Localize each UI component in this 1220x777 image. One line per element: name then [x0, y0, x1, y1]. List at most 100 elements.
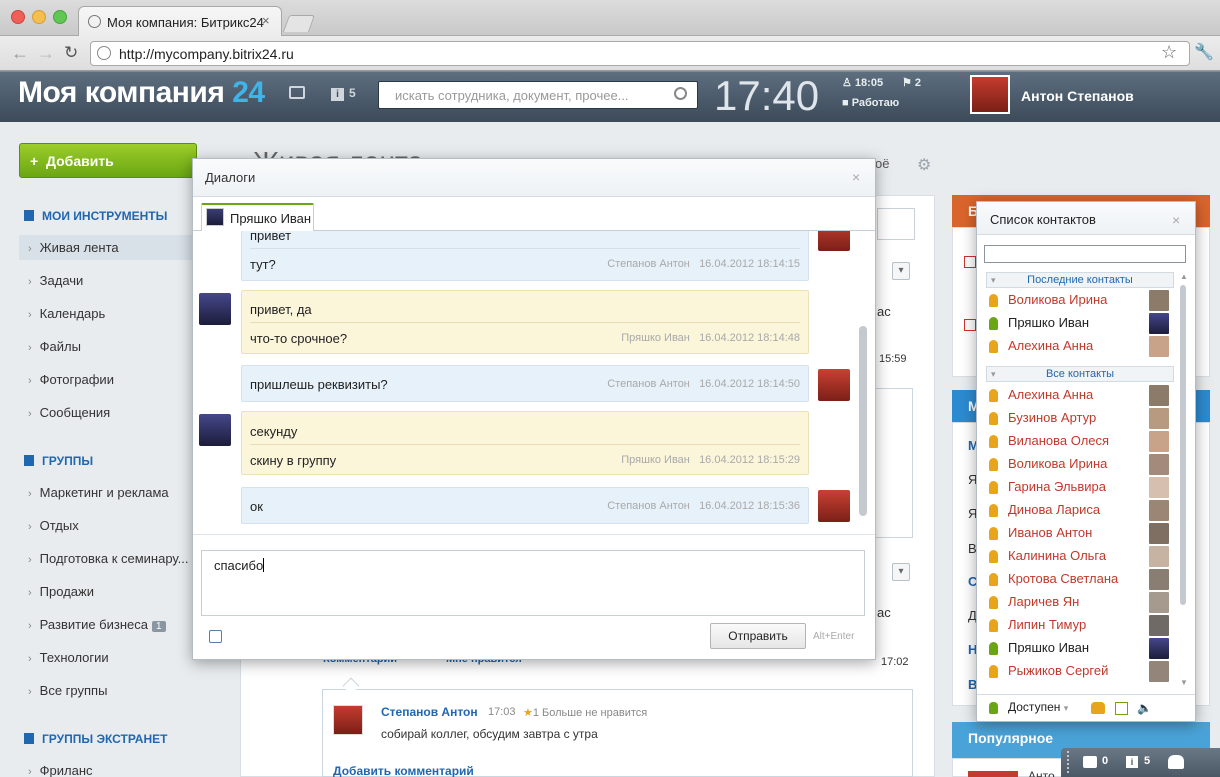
sidebar-item-files[interactable]: Файлы: [28, 339, 81, 354]
message-input[interactable]: спасибо: [201, 550, 865, 616]
close-icon[interactable]: ×: [852, 169, 860, 185]
feed-input-edge[interactable]: [877, 208, 915, 240]
section-groups[interactable]: ГРУППЫ: [24, 454, 93, 468]
notif-count[interactable]: 5: [1144, 755, 1150, 767]
chevron-down-icon[interactable]: ▾: [892, 262, 910, 280]
status-select[interactable]: Доступен ▾: [1008, 700, 1068, 714]
work-status[interactable]: ■ Работаю: [842, 97, 899, 109]
sidebar-item-calendar[interactable]: Календарь: [28, 306, 106, 321]
contact-item[interactable]: Калинина Ольга: [987, 546, 1173, 568]
popular-name[interactable]: Анто: [1028, 769, 1055, 777]
contact-item[interactable]: Ларичев Ян: [987, 592, 1173, 614]
clock[interactable]: 17:40: [714, 72, 819, 120]
contact-item[interactable]: Пряшко Иван: [987, 638, 1173, 660]
wrench-icon[interactable]: 🔧: [1194, 42, 1214, 62]
sidebar-item-messages[interactable]: Сообщения: [28, 405, 111, 420]
chevron-down-icon[interactable]: ▾: [892, 563, 910, 581]
back-arrow-icon[interactable]: ←: [11, 43, 29, 64]
contact-item[interactable]: Пряшко Иван: [987, 313, 1173, 335]
sidebar-item-tech[interactable]: Технологии: [28, 650, 109, 665]
address-bar[interactable]: http://mycompany.bitrix24.ru: [90, 41, 1190, 66]
workday-time[interactable]: ♙ 18:05: [842, 76, 883, 89]
contact-item[interactable]: Рыжиков Сергей: [987, 661, 1173, 683]
history-icon[interactable]: [209, 630, 222, 643]
sidebar-item-rest[interactable]: Отдых: [28, 518, 79, 533]
sidebar-item-seminar[interactable]: Подготовка к семинару...: [28, 551, 189, 566]
message-scrollbar[interactable]: [859, 326, 867, 516]
sidebar-item-marketing[interactable]: Маркетинг и реклама: [28, 485, 169, 500]
add-button[interactable]: + Добавить: [19, 143, 197, 178]
portal-logo[interactable]: Моя компания 24: [18, 76, 265, 110]
sidebar-item-sales[interactable]: Продажи: [28, 584, 94, 599]
chat-icon[interactable]: [1083, 756, 1097, 768]
sidebar-item-photos[interactable]: Фотографии: [28, 372, 114, 387]
contact-item[interactable]: Бузинов Артур: [987, 408, 1173, 430]
sidebar-item-business[interactable]: Развитие бизнеса1: [28, 617, 166, 632]
contact-item[interactable]: Динова Лариса: [987, 500, 1173, 522]
section-my-tools[interactable]: МОИ ИНСТРУМЕНТЫ: [24, 209, 167, 223]
user-name[interactable]: Антон Степанов: [1021, 88, 1134, 104]
add-comment-link[interactable]: Добавить комментарий: [333, 764, 474, 777]
maximize-window-button[interactable]: [53, 10, 67, 24]
minimize-window-button[interactable]: [32, 10, 46, 24]
comment-author[interactable]: Степанов Антон: [381, 705, 478, 719]
avatar[interactable]: [818, 490, 850, 522]
avatar: [1149, 569, 1169, 590]
contact-item[interactable]: Липин Тимур: [987, 615, 1173, 637]
contact-item[interactable]: Воликова Ирина: [987, 454, 1173, 476]
contact-name: Бузинов Артур: [1008, 410, 1097, 425]
scroll-up-icon[interactable]: ▲: [1180, 272, 1188, 281]
group-recent-contacts[interactable]: Последние контакты: [986, 272, 1174, 288]
sidebar-item-feed[interactable]: Живая лента: [28, 240, 119, 255]
section-extranet[interactable]: ГРУППЫ ЭКСТРАНЕТ: [24, 732, 167, 746]
contact-item[interactable]: Гарина Эльвира: [987, 477, 1173, 499]
chat-icon[interactable]: [289, 86, 305, 99]
close-tab-icon[interactable]: ×: [262, 13, 270, 28]
person-icon: ♙: [842, 77, 855, 89]
tasks-flag[interactable]: ⚑ 2: [902, 76, 921, 89]
contact-search-input[interactable]: [984, 245, 1186, 263]
contact-item[interactable]: Виланова Олеся: [987, 431, 1173, 453]
close-icon[interactable]: ×: [1172, 212, 1180, 228]
sidebar-item-tasks[interactable]: Задачи: [28, 273, 84, 288]
drag-handle[interactable]: [1067, 751, 1071, 773]
send-button[interactable]: Отправить: [710, 623, 806, 649]
dialog-header[interactable]: [193, 159, 875, 197]
avatar[interactable]: [968, 771, 1018, 777]
close-window-button[interactable]: [11, 10, 25, 24]
list-icon[interactable]: [1115, 702, 1128, 715]
sidebar-item-all-groups[interactable]: Все группы: [28, 683, 108, 698]
info-icon[interactable]: i: [1126, 756, 1138, 768]
contact-item[interactable]: Иванов Антон: [987, 523, 1173, 545]
scroll-down-icon[interactable]: ▼: [1180, 678, 1188, 687]
message-list[interactable]: привет тут? Степанов Антон 16.04.2012 18…: [193, 231, 875, 534]
avatar[interactable]: [818, 231, 850, 251]
filter-mine[interactable]: оё: [875, 156, 889, 171]
avatar[interactable]: [199, 293, 231, 325]
bookmark-icon: [24, 210, 34, 221]
search-input[interactable]: искать сотрудника, документ, прочее...: [378, 81, 698, 109]
avatar[interactable]: [818, 369, 850, 401]
contact-item[interactable]: Алехина Анна: [987, 385, 1173, 407]
contact-scrollbar[interactable]: [1180, 285, 1186, 605]
contact-item[interactable]: Воликова Ирина: [987, 290, 1173, 312]
browser-tab[interactable]: Моя компания: Битрикс24: [78, 6, 282, 36]
contact-item[interactable]: Кротова Светлана: [987, 569, 1173, 591]
contacts-icon[interactable]: [1168, 755, 1184, 769]
gear-icon[interactable]: ⚙: [917, 155, 931, 175]
bookmark-star-icon[interactable]: ☆: [1161, 42, 1177, 63]
unlike-link[interactable]: ★1 Больше не нравится: [523, 706, 647, 719]
group-users-icon[interactable]: [1091, 702, 1105, 714]
forward-arrow-icon[interactable]: →: [37, 43, 55, 64]
avatar[interactable]: [199, 414, 231, 446]
avatar[interactable]: [333, 705, 363, 735]
notifications-counter[interactable]: i5: [331, 86, 356, 101]
user-avatar[interactable]: [970, 75, 1010, 114]
contact-item[interactable]: Алехина Анна: [987, 336, 1173, 358]
sound-icon[interactable]: 🔈: [1137, 701, 1152, 715]
search-icon[interactable]: [674, 87, 687, 100]
reload-icon[interactable]: ↻: [64, 43, 78, 63]
sidebar-item-freelance[interactable]: Фриланс: [28, 763, 93, 777]
group-all-contacts[interactable]: Все контакты: [986, 366, 1174, 382]
chat-count[interactable]: 0: [1102, 755, 1108, 767]
